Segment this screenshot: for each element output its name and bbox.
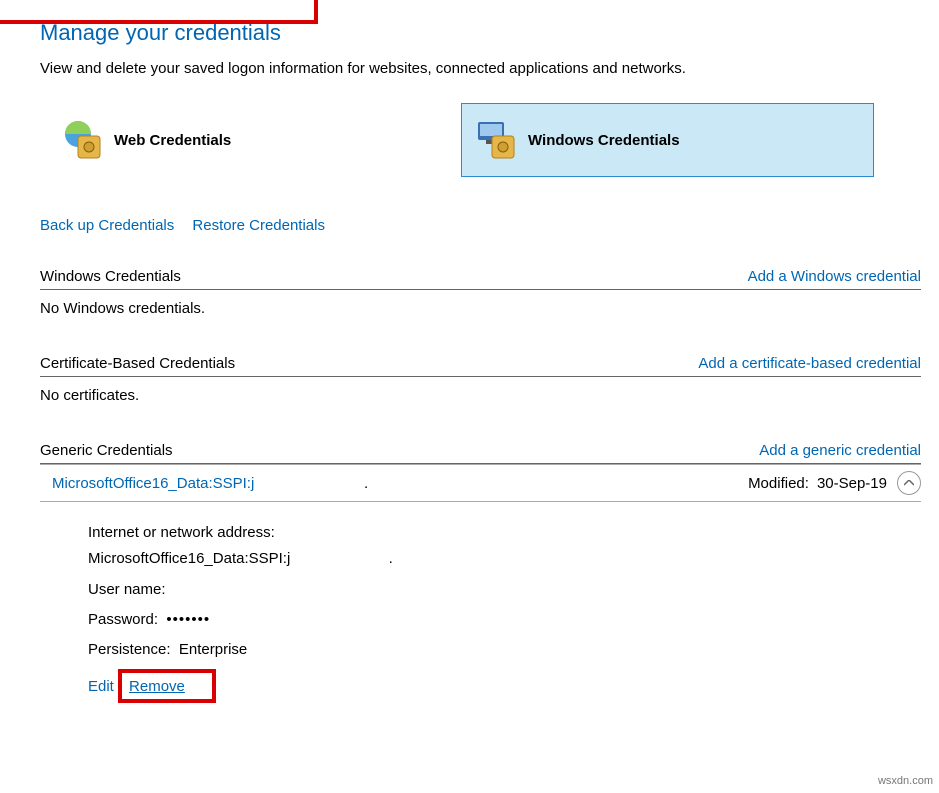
page-title: Manage your credentials [40, 20, 921, 46]
page-subtitle: View and delete your saved logon informa… [40, 60, 921, 77]
address-period: . [389, 550, 393, 567]
credential-actions: Edit Remove [40, 665, 921, 696]
persistence-value: Enterprise [179, 641, 247, 658]
credential-period: . [364, 475, 368, 492]
modified-date: 30-Sep-19 [817, 475, 887, 492]
remove-link[interactable]: Remove [129, 678, 185, 695]
certificate-credentials-section-title: Certificate-Based Credentials [40, 355, 235, 372]
password-value: ••••••• [166, 611, 210, 628]
monitor-vault-icon [474, 118, 518, 162]
credential-name[interactable]: MicrosoftOffice16_Data:SSPI:j [46, 473, 260, 494]
backup-credentials-link[interactable]: Back up Credentials [40, 217, 174, 234]
generic-credentials-section-title: Generic Credentials [40, 442, 173, 459]
address-label: Internet or network address: [88, 524, 275, 541]
edit-link[interactable]: Edit [88, 678, 114, 695]
tab-web-label: Web Credentials [114, 132, 231, 149]
password-label: Password: [88, 611, 158, 628]
tab-web-credentials[interactable]: Web Credentials [48, 103, 461, 177]
address-value: MicrosoftOffice16_Data:SSPI:j [88, 550, 290, 567]
globe-vault-icon [60, 118, 104, 162]
watermark: wsxdn.com [878, 775, 933, 787]
chevron-up-icon[interactable] [897, 471, 921, 495]
windows-credentials-section-title: Windows Credentials [40, 268, 181, 285]
add-generic-credential-link[interactable]: Add a generic credential [759, 442, 921, 459]
modified-label: Modified: [748, 475, 809, 492]
add-certificate-credential-link[interactable]: Add a certificate-based credential [698, 355, 921, 372]
tab-windows-label: Windows Credentials [528, 132, 680, 149]
restore-credentials-link[interactable]: Restore Credentials [192, 217, 325, 234]
windows-credentials-empty: No Windows credentials. [40, 300, 921, 317]
credential-row[interactable]: MicrosoftOffice16_Data:SSPI:j . Modified… [40, 464, 921, 502]
certificate-credentials-empty: No certificates. [40, 387, 921, 404]
add-windows-credential-link[interactable]: Add a Windows credential [748, 268, 921, 285]
backup-restore-row: Back up Credentials Restore Credentials [40, 217, 921, 234]
credential-details: Internet or network address: MicrosoftOf… [40, 502, 921, 665]
persistence-label: Persistence: [88, 641, 171, 658]
credential-type-tabs: Web Credentials Windows Credentials [40, 103, 921, 177]
tab-windows-credentials[interactable]: Windows Credentials [461, 103, 874, 177]
username-label: User name: [88, 581, 166, 598]
